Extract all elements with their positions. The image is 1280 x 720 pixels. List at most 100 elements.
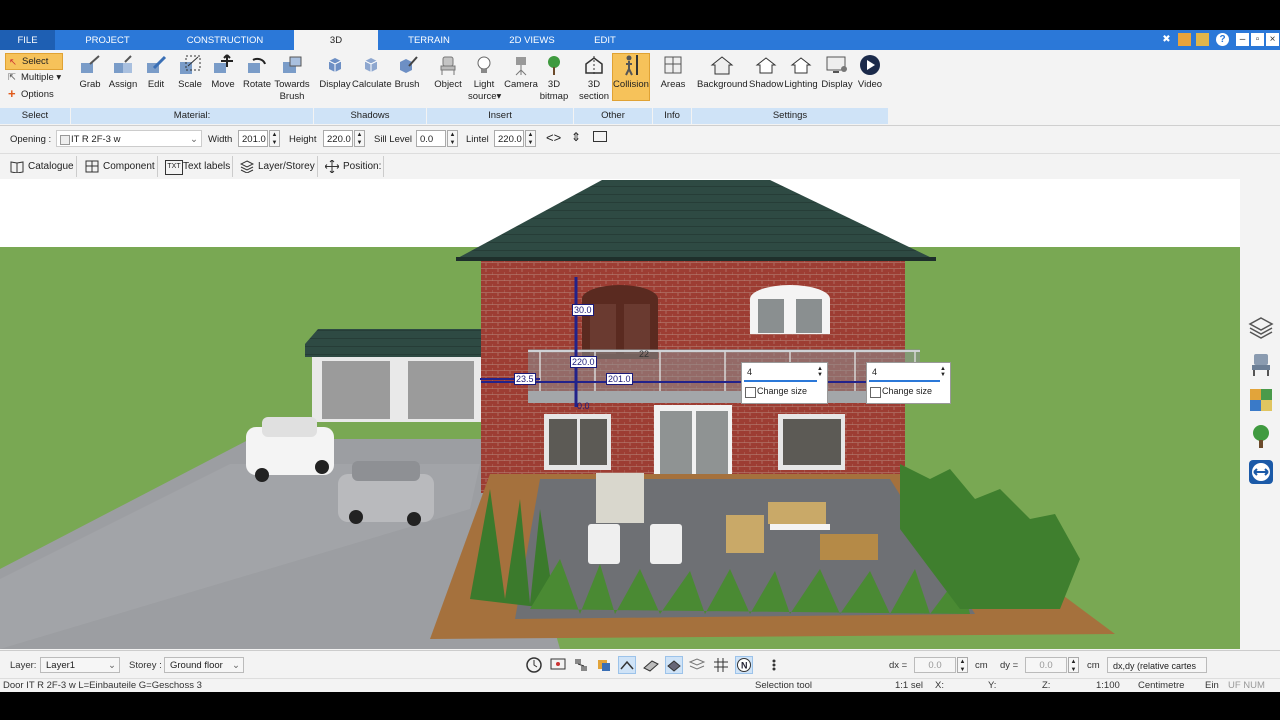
tab-terrain[interactable]: TERRAIN: [385, 30, 473, 50]
calculate-shadow-button[interactable]: Calculate: [352, 54, 392, 91]
inline-edit-1: 4 ▲ ▼ Change size: [741, 362, 828, 404]
materials-icon[interactable]: [1248, 387, 1274, 413]
3d-viewport[interactable]: 30.0 220.0 23.5 201.0 0.0 22 4 ▲ ▼ Change…: [0, 179, 1240, 649]
tab-file[interactable]: FILE: [0, 30, 55, 50]
grab-button[interactable]: Grab: [76, 54, 104, 91]
change-size-checkbox-2[interactable]: [870, 387, 881, 398]
tab-3d[interactable]: 3D: [294, 30, 378, 50]
layer-select[interactable]: Layer1 ⌄: [40, 657, 120, 673]
width-input[interactable]: 201.0: [238, 130, 268, 147]
tab-edit[interactable]: EDIT: [585, 30, 625, 50]
multi-select-icon: ⇱: [8, 72, 16, 83]
camera-button[interactable]: Camera: [503, 54, 539, 91]
dy-spinner[interactable]: ▲ ▼: [1068, 657, 1079, 673]
move-button[interactable]: Move: [208, 54, 238, 91]
inline-spinner-1[interactable]: ▲ ▼: [817, 366, 825, 379]
text-labels-button[interactable]: TXT Text labels: [163, 158, 230, 175]
opening-direction-icon[interactable]: [593, 131, 607, 142]
video-button[interactable]: Video: [856, 54, 884, 91]
dimension-label-top: 30.0: [572, 304, 594, 316]
cube-color-icon[interactable]: [595, 656, 613, 674]
layers-icon[interactable]: [1248, 315, 1274, 341]
shadow-settings-button[interactable]: Shadow: [749, 54, 783, 91]
cursor-icon: ↖: [9, 57, 17, 68]
select-button[interactable]: ↖ Select: [5, 53, 63, 70]
lighting-button[interactable]: Lighting: [784, 54, 818, 91]
dx-input[interactable]: 0.0: [914, 657, 956, 673]
status-scale: 1:100: [1096, 680, 1120, 691]
stack-icon[interactable]: [688, 656, 706, 674]
dx-spinner[interactable]: ▲ ▼: [957, 657, 968, 673]
brush-shadow-button[interactable]: Brush: [392, 54, 422, 91]
width-spinner[interactable]: ▲ ▼: [269, 130, 280, 147]
opening-select[interactable]: IT R 2F-3 w ⌄: [56, 130, 202, 147]
3d-bitmap-button[interactable]: 3D bitmap: [538, 54, 570, 103]
catalogue-button[interactable]: Catalogue: [8, 158, 74, 175]
folder-icon[interactable]: [1196, 33, 1209, 46]
grid-icon[interactable]: [712, 656, 730, 674]
lintel-input[interactable]: 220.0: [494, 130, 524, 147]
grid-icon: [85, 160, 99, 173]
rotate-button[interactable]: Rotate: [242, 54, 272, 91]
door-icon: [60, 135, 70, 145]
layer-storey-button[interactable]: Layer/Storey: [238, 158, 315, 175]
snap-roof-icon[interactable]: [618, 656, 636, 674]
tab-2d-views[interactable]: 2D VIEWS: [488, 30, 576, 50]
change-size-label-2: Change size: [882, 386, 933, 396]
multiple-button[interactable]: ⇱ Multiple ▾: [5, 70, 61, 85]
plane-icon[interactable]: [665, 656, 683, 674]
minimize-icon[interactable]: –: [1236, 33, 1249, 46]
more-icon[interactable]: [765, 656, 783, 674]
network-icon[interactable]: [572, 656, 590, 674]
dx-label: dx =: [889, 660, 908, 671]
help-icon[interactable]: ?: [1216, 33, 1229, 46]
background-button[interactable]: Background: [697, 54, 748, 91]
3d-section-button[interactable]: 3D section: [578, 54, 610, 103]
towards-brush-button[interactable]: Towards Brush: [274, 54, 310, 103]
close-icon[interactable]: ×: [1266, 33, 1279, 46]
status-selection-info: Door IT R 2F-3 w L=Einbauteile G=Geschos…: [3, 680, 202, 691]
flip-horizontal-icon[interactable]: <>: [546, 130, 561, 145]
sill-level-input[interactable]: 0.0: [416, 130, 446, 147]
cube-calc-icon: [364, 58, 378, 72]
inline-value-2[interactable]: 4: [869, 365, 940, 382]
object-button[interactable]: Object: [432, 54, 464, 91]
hatch-icon[interactable]: [642, 656, 660, 674]
chevron-down-icon: ⌄: [108, 660, 116, 671]
presentation-icon[interactable]: [549, 656, 567, 674]
tab-construction[interactable]: CONSTRUCTION: [160, 30, 290, 50]
sill-level-spinner[interactable]: ▲ ▼: [447, 130, 458, 147]
assign-button[interactable]: Assign: [108, 54, 138, 91]
dy-input[interactable]: 0.0: [1025, 657, 1067, 673]
lintel-spinner[interactable]: ▲ ▼: [525, 130, 536, 147]
status-keys: UF NUM RF: [1228, 680, 1265, 692]
clock-icon[interactable]: [525, 656, 543, 674]
collision-button[interactable]: Collision: [612, 53, 650, 101]
storey-select[interactable]: Ground floor ⌄: [164, 657, 244, 673]
component-button[interactable]: Component: [83, 158, 155, 175]
chair-icon[interactable]: [1248, 351, 1274, 377]
display-settings-button[interactable]: Display: [820, 54, 854, 91]
coordinate-mode-select[interactable]: dx,dy (relative cartes: [1107, 657, 1207, 673]
options-button[interactable]: + Options: [5, 86, 54, 102]
areas-button[interactable]: Areas: [658, 54, 688, 91]
restore-icon[interactable]: ▫: [1251, 33, 1264, 46]
teamviewer-icon[interactable]: [1248, 459, 1274, 485]
light-source-button[interactable]: Light source▾: [468, 54, 501, 103]
north-icon[interactable]: N: [735, 656, 753, 674]
save-icon[interactable]: [1178, 33, 1191, 46]
tab-project[interactable]: PROJECT: [55, 30, 160, 50]
inline-spinner-2[interactable]: ▲ ▼: [940, 366, 948, 379]
height-spinner[interactable]: ▲ ▼: [354, 130, 365, 147]
tree-icon[interactable]: [1248, 423, 1274, 449]
height-input[interactable]: 220.0: [323, 130, 353, 147]
edit-material-button[interactable]: Edit: [142, 54, 170, 91]
display-shadow-button[interactable]: Display: [318, 54, 352, 91]
tools-icon[interactable]: ✖: [1160, 33, 1173, 46]
flip-vertical-icon[interactable]: ⇕: [571, 130, 581, 144]
bottom-letterbox: [0, 692, 1280, 720]
scale-button[interactable]: Scale: [176, 54, 204, 91]
position-button[interactable]: Position:: [323, 158, 381, 175]
inline-value-1[interactable]: 4: [744, 365, 817, 382]
change-size-checkbox-1[interactable]: [745, 387, 756, 398]
